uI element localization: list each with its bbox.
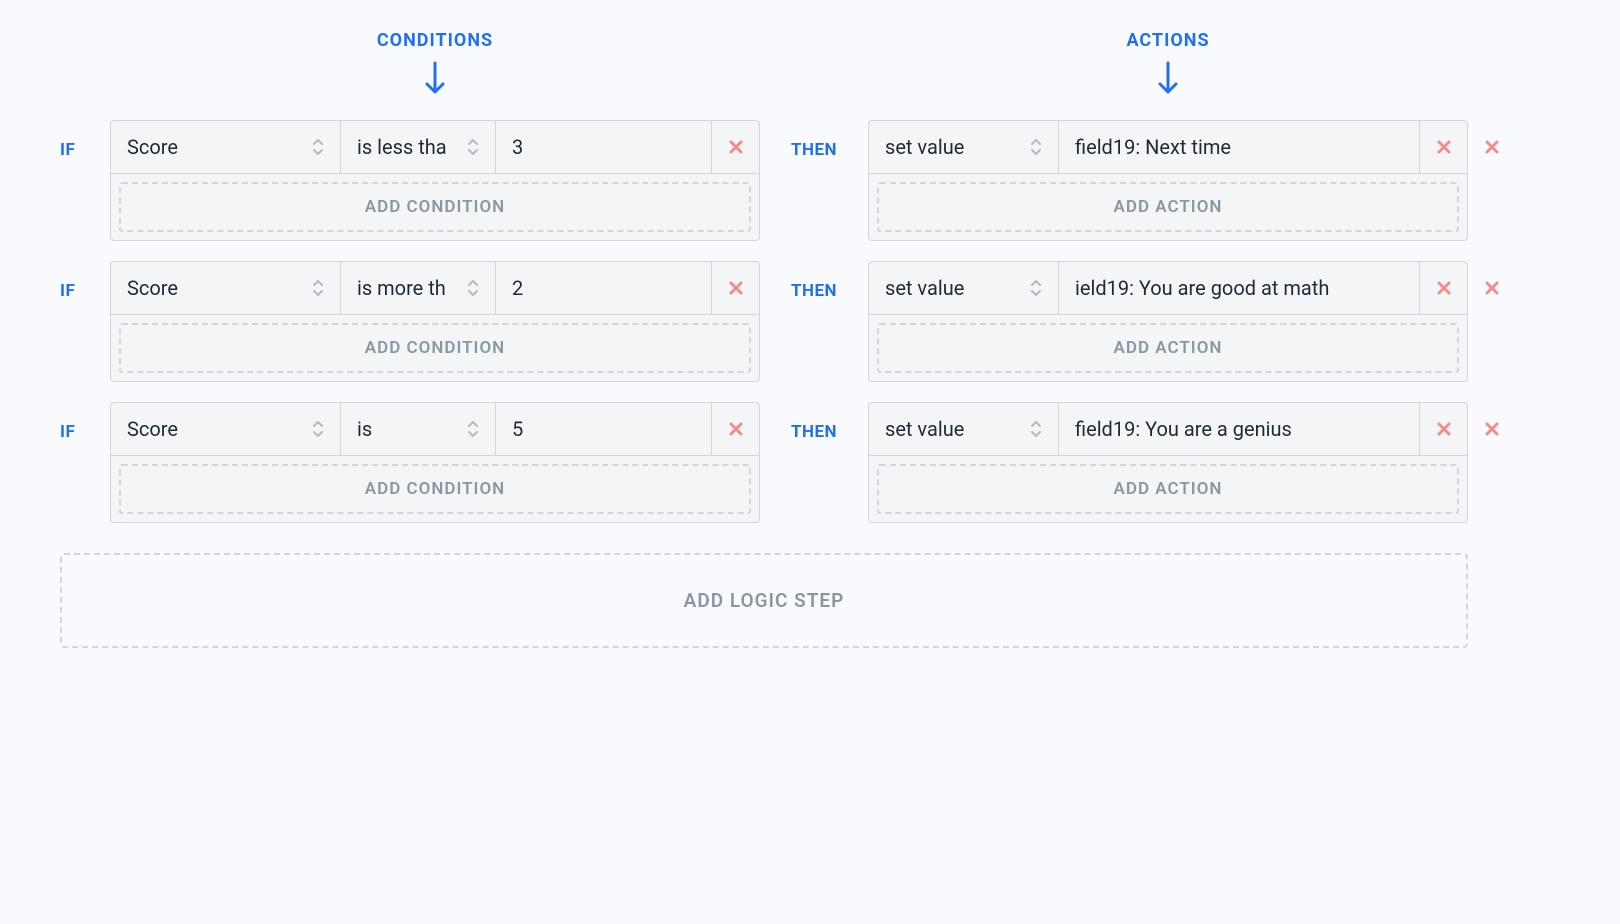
- logic-rule: IF Score is less tha 3: [60, 120, 1560, 241]
- add-condition-button[interactable]: ADD CONDITION: [119, 182, 751, 232]
- close-icon: [1484, 139, 1500, 155]
- close-icon: [728, 421, 744, 437]
- add-condition-button[interactable]: ADD CONDITION: [119, 464, 751, 514]
- action-type-value: set value: [885, 417, 1030, 441]
- close-icon: [1484, 280, 1500, 296]
- action-type-select[interactable]: set value: [869, 121, 1059, 173]
- actions-header: ACTIONS: [868, 30, 1468, 51]
- add-action-button[interactable]: ADD ACTION: [877, 323, 1459, 373]
- then-label: THEN: [791, 281, 837, 301]
- close-icon: [1484, 421, 1500, 437]
- condition-operator-select[interactable]: is: [341, 403, 496, 455]
- if-label: IF: [60, 140, 75, 160]
- arrow-down-icon: [424, 61, 446, 100]
- select-caret-icon: [312, 278, 324, 298]
- action-target-input[interactable]: field19: Next time: [1059, 121, 1419, 173]
- conditions-block: Score is more th 2: [110, 261, 760, 382]
- add-logic-step-button[interactable]: ADD LOGIC STEP: [60, 553, 1468, 648]
- actions-block: set value field19: Next time ADD ACTION: [868, 120, 1468, 241]
- action-type-value: set value: [885, 135, 1030, 159]
- delete-action-button[interactable]: [1419, 403, 1467, 455]
- then-label: THEN: [791, 140, 837, 160]
- add-action-button[interactable]: ADD ACTION: [877, 182, 1459, 232]
- add-action-button[interactable]: ADD ACTION: [877, 464, 1459, 514]
- if-label: IF: [60, 281, 75, 301]
- conditions-block: Score is less tha 3: [110, 120, 760, 241]
- condition-field-select[interactable]: Score: [111, 262, 341, 314]
- action-type-select[interactable]: set value: [869, 262, 1059, 314]
- action-type-value: set value: [885, 276, 1030, 300]
- delete-action-button[interactable]: [1419, 121, 1467, 173]
- condition-operator-value: is less tha: [357, 135, 467, 159]
- action-target-input[interactable]: ield19: You are good at math: [1059, 262, 1419, 314]
- select-caret-icon: [467, 137, 479, 157]
- condition-operator-value: is: [357, 417, 467, 441]
- select-caret-icon: [312, 137, 324, 157]
- logic-rule: IF Score is 5: [60, 402, 1560, 523]
- add-condition-button[interactable]: ADD CONDITION: [119, 323, 751, 373]
- close-icon: [1436, 139, 1452, 155]
- conditions-header: CONDITIONS: [110, 30, 760, 51]
- delete-action-button[interactable]: [1419, 262, 1467, 314]
- if-label: IF: [60, 422, 75, 442]
- condition-field-select[interactable]: Score: [111, 403, 341, 455]
- then-label: THEN: [791, 422, 837, 442]
- condition-value-input[interactable]: 5: [496, 403, 711, 455]
- close-icon: [728, 139, 744, 155]
- delete-condition-button[interactable]: [711, 403, 759, 455]
- condition-field-value: Score: [127, 135, 312, 159]
- condition-value-input[interactable]: 3: [496, 121, 711, 173]
- arrow-down-icon: [1157, 61, 1179, 100]
- select-caret-icon: [1030, 137, 1042, 157]
- actions-block: set value ield19: You are good at math A…: [868, 261, 1468, 382]
- select-caret-icon: [467, 278, 479, 298]
- logic-rule: IF Score is more th 2: [60, 261, 1560, 382]
- action-type-select[interactable]: set value: [869, 403, 1059, 455]
- conditions-block: Score is 5: [110, 402, 760, 523]
- condition-operator-value: is more th: [357, 276, 467, 300]
- condition-operator-select[interactable]: is less tha: [341, 121, 496, 173]
- select-caret-icon: [1030, 278, 1042, 298]
- condition-value-input[interactable]: 2: [496, 262, 711, 314]
- condition-field-value: Score: [127, 417, 312, 441]
- condition-operator-select[interactable]: is more th: [341, 262, 496, 314]
- condition-field-value: Score: [127, 276, 312, 300]
- delete-rule-button[interactable]: [1468, 120, 1516, 155]
- delete-rule-button[interactable]: [1468, 261, 1516, 296]
- select-caret-icon: [312, 419, 324, 439]
- actions-block: set value field19: You are a genius ADD …: [868, 402, 1468, 523]
- select-caret-icon: [467, 419, 479, 439]
- action-target-input[interactable]: field19: You are a genius: [1059, 403, 1419, 455]
- select-caret-icon: [1030, 419, 1042, 439]
- delete-rule-button[interactable]: [1468, 402, 1516, 437]
- close-icon: [1436, 280, 1452, 296]
- close-icon: [728, 280, 744, 296]
- delete-condition-button[interactable]: [711, 262, 759, 314]
- header-row: CONDITIONS ACTIONS: [60, 30, 1560, 100]
- delete-condition-button[interactable]: [711, 121, 759, 173]
- close-icon: [1436, 421, 1452, 437]
- condition-field-select[interactable]: Score: [111, 121, 341, 173]
